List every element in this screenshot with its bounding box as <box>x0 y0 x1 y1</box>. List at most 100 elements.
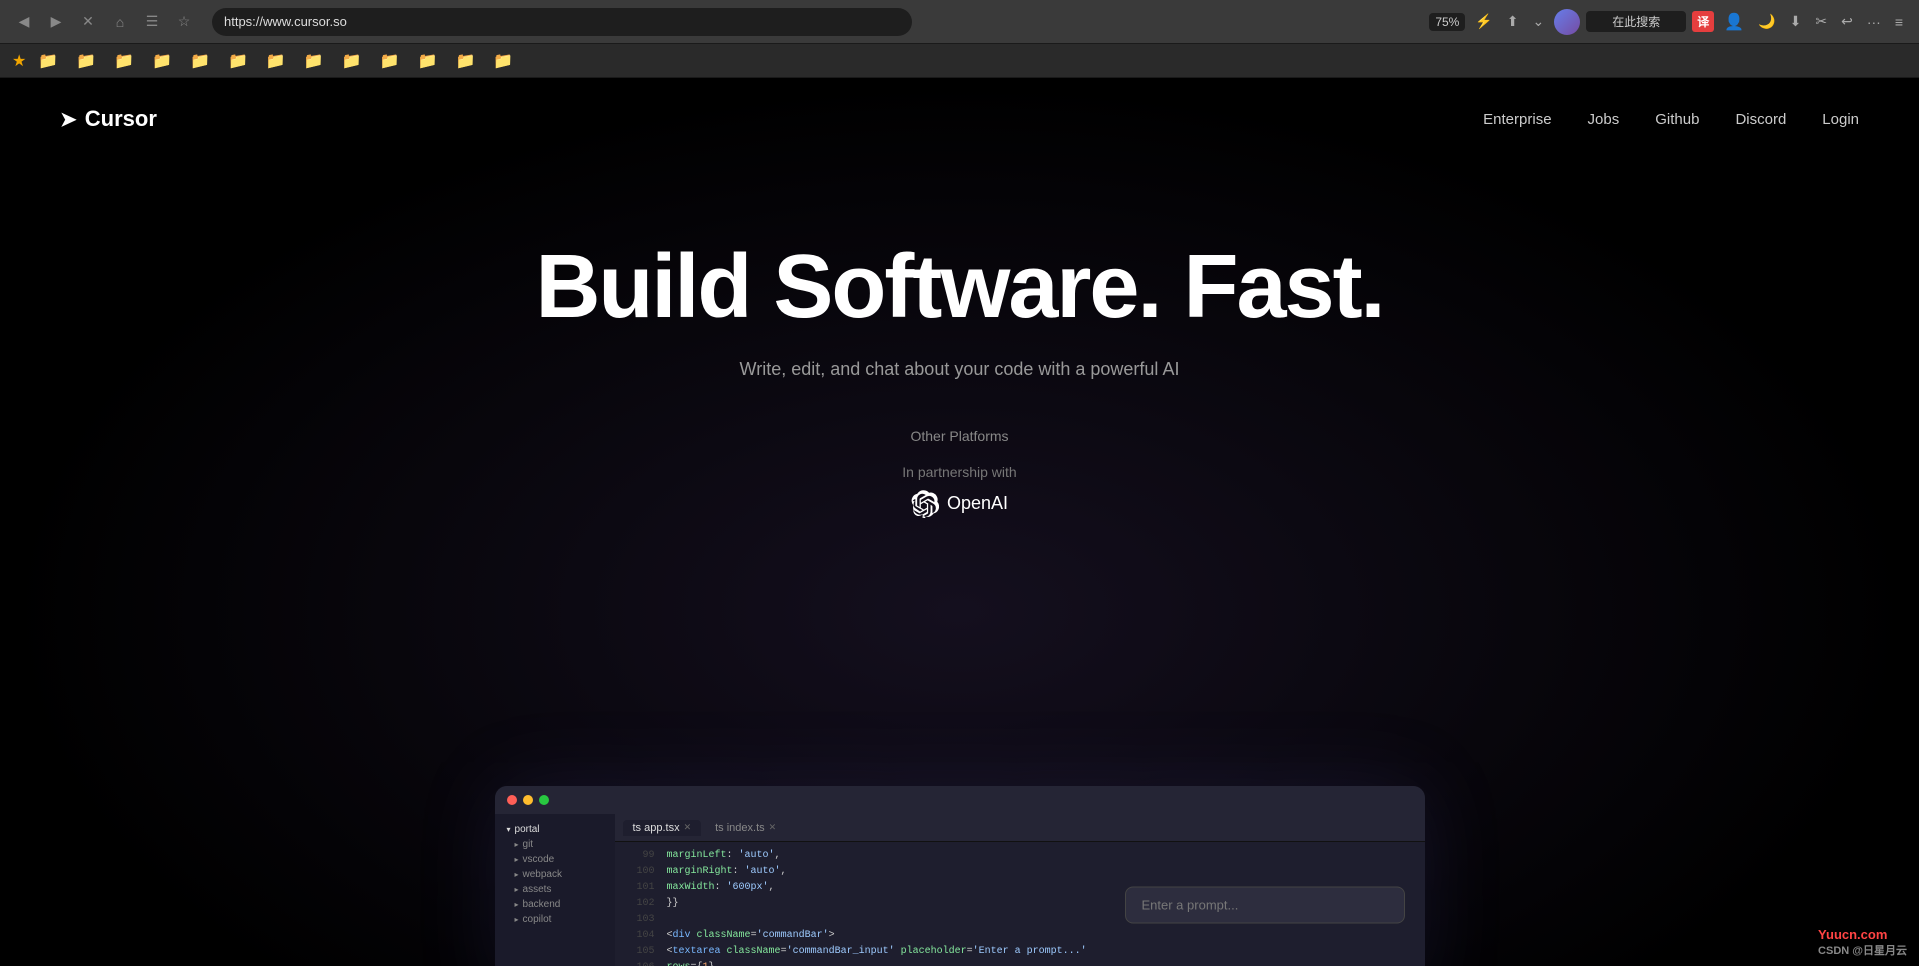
lightning-icon[interactable]: ⚡ <box>1471 11 1496 32</box>
sidebar-item-portal[interactable]: ▾ portal <box>501 822 609 837</box>
sidebar-item-backend[interactable]: ▸ backend <box>501 897 609 912</box>
folder-icon: 📁 <box>76 51 96 71</box>
code-line: 100 marginRight: 'auto', <box>615 864 1425 880</box>
chevron-right-icon: ▸ <box>515 900 519 909</box>
dropdown-icon[interactable]: ⌄ <box>1529 11 1549 32</box>
scissors-icon[interactable]: ✂ <box>1811 11 1831 32</box>
translate-button[interactable]: 译 <box>1692 11 1714 32</box>
code-line: 105 <textarea className='commandBar_inpu… <box>615 944 1425 960</box>
openai-text: OpenAI <box>947 493 1008 514</box>
sidebar-item-vscode[interactable]: ▸ vscode <box>501 852 609 867</box>
watermark-line1: Yuucn.com <box>1818 927 1907 942</box>
site-logo[interactable]: ➤ Cursor <box>60 106 157 132</box>
bookmark-item[interactable]: 📁 <box>336 49 368 73</box>
nav-links: Enterprise Jobs Github Discord Login <box>1483 111 1859 128</box>
sidebar-item-git[interactable]: ▸ git <box>501 837 609 852</box>
nav-login[interactable]: Login <box>1822 111 1859 128</box>
bookmark-item[interactable]: 📁 <box>108 49 140 73</box>
moon-icon[interactable]: 🌙 <box>1754 11 1779 32</box>
line-number: 100 <box>627 864 655 880</box>
chevron-right-icon: ▸ <box>515 840 519 849</box>
sidebar-item-assets[interactable]: ▸ assets <box>501 882 609 897</box>
url-text: https://www.cursor.so <box>224 14 347 29</box>
ai-prompt-box[interactable]: Enter a prompt... <box>1125 887 1405 924</box>
bookmarks-button[interactable]: ☰ <box>140 10 164 34</box>
nav-jobs[interactable]: Jobs <box>1588 111 1620 128</box>
sidebar-label: copilot <box>523 914 552 925</box>
bookmark-item[interactable]: 📁 <box>449 49 481 73</box>
forward-button[interactable]: ▶ <box>44 10 68 34</box>
folder-icon: 📁 <box>266 51 286 71</box>
address-bar[interactable]: https://www.cursor.so <box>212 8 912 36</box>
hero-section: Build Software. Fast. Write, edit, and c… <box>0 160 1919 518</box>
ai-prompt-placeholder: Enter a prompt... <box>1142 898 1239 913</box>
nav-discord[interactable]: Discord <box>1735 111 1786 128</box>
line-number: 103 <box>627 912 655 928</box>
bookmark-item[interactable]: 📁 <box>374 49 406 73</box>
nav-github[interactable]: Github <box>1655 111 1699 128</box>
folder-icon: 📁 <box>493 51 513 71</box>
hero-title: Build Software. Fast. <box>535 240 1383 335</box>
chevron-right-icon: ▸ <box>515 855 519 864</box>
chevron-down-icon: ▾ <box>507 825 511 834</box>
download-icon[interactable]: ⬇ <box>1786 11 1806 32</box>
ide-maximize-dot[interactable] <box>539 795 549 805</box>
tab-app-tsx[interactable]: ts app.tsx ✕ <box>623 820 702 836</box>
home-button[interactable]: ⌂ <box>108 10 132 34</box>
bookmark-item[interactable]: 📁 <box>222 49 254 73</box>
hero-subtitle: Write, edit, and chat about your code wi… <box>740 359 1180 380</box>
site-navigation: ➤ Cursor Enterprise Jobs Github Discord … <box>0 78 1919 160</box>
search-box[interactable]: 在此搜索 <box>1586 11 1686 32</box>
sidebar-label: webpack <box>523 869 562 880</box>
bookmark-item[interactable]: 📁 <box>412 49 444 73</box>
folder-icon: 📁 <box>114 51 134 71</box>
star-icon[interactable]: ☆ <box>172 10 196 34</box>
ide-minimize-dot[interactable] <box>523 795 533 805</box>
sidebar-item-webpack[interactable]: ▸ webpack <box>501 867 609 882</box>
ide-tabs: ts app.tsx ✕ ts index.ts ✕ <box>615 814 1425 842</box>
user-avatar[interactable] <box>1554 9 1580 35</box>
tab-close-icon[interactable]: ✕ <box>684 822 692 833</box>
code-text: marginRight: 'auto', <box>667 864 787 880</box>
profile-icon[interactable]: 👤 <box>1720 10 1748 34</box>
partnership-section: In partnership with OpenAI <box>902 464 1016 518</box>
tab-label: ts app.tsx <box>633 822 680 834</box>
menu-button[interactable]: ≡ <box>1891 12 1907 32</box>
code-text: marginLeft: 'auto', <box>667 848 781 864</box>
tab-close-icon[interactable]: ✕ <box>769 822 777 833</box>
folder-icon: 📁 <box>418 51 438 71</box>
bookmark-item[interactable]: 📁 <box>184 49 216 73</box>
share-icon[interactable]: ⬆ <box>1503 11 1523 32</box>
line-number: 99 <box>627 848 655 864</box>
sidebar-label: backend <box>523 899 561 910</box>
zoom-indicator: 75% <box>1429 13 1465 31</box>
ide-close-dot[interactable] <box>507 795 517 805</box>
bookmark-item[interactable]: 📁 <box>146 49 178 73</box>
folder-icon: 📁 <box>228 51 248 71</box>
browser-actions: 75% ⚡ ⬆ ⌄ 在此搜索 译 👤 🌙 ⬇ ✂ ↩ ··· ≡ <box>1429 9 1907 35</box>
folder-icon: 📁 <box>152 51 172 71</box>
code-line: 99 marginLeft: 'auto', <box>615 848 1425 864</box>
bookmarks-bar: ★ 📁 📁 📁 📁 📁 📁 📁 📁 📁 📁 📁 📁 📁 <box>0 44 1919 78</box>
chevron-right-icon: ▸ <box>515 915 519 924</box>
code-text: <div className='commandBar'> <box>667 928 835 944</box>
chevron-right-icon: ▸ <box>515 870 519 879</box>
sidebar-item-copilot[interactable]: ▸ copilot <box>501 912 609 927</box>
more-button[interactable]: ··· <box>1863 12 1885 32</box>
back-button[interactable]: ◀ <box>12 10 36 34</box>
bookmark-item[interactable]: 📁 <box>298 49 330 73</box>
browser-topbar: ◀ ▶ ✕ ⌂ ☰ ☆ https://www.cursor.so 75% ⚡ … <box>0 0 1919 44</box>
close-button[interactable]: ✕ <box>76 10 100 34</box>
tab-index-ts[interactable]: ts index.ts ✕ <box>705 820 786 836</box>
bookmark-item[interactable]: 📁 <box>32 49 64 73</box>
bookmark-item[interactable]: 📁 <box>260 49 292 73</box>
bookmark-star-icon[interactable]: ★ <box>12 51 26 71</box>
ai-prompt-overlay: Enter a prompt... <box>1125 887 1405 924</box>
bookmark-item[interactable]: 📁 <box>487 49 519 73</box>
undo-icon[interactable]: ↩ <box>1837 11 1857 32</box>
openai-logo[interactable]: OpenAI <box>911 490 1008 518</box>
other-platforms[interactable]: Other Platforms <box>910 428 1008 444</box>
nav-enterprise[interactable]: Enterprise <box>1483 111 1551 128</box>
chevron-right-icon: ▸ <box>515 885 519 894</box>
bookmark-item[interactable]: 📁 <box>70 49 102 73</box>
